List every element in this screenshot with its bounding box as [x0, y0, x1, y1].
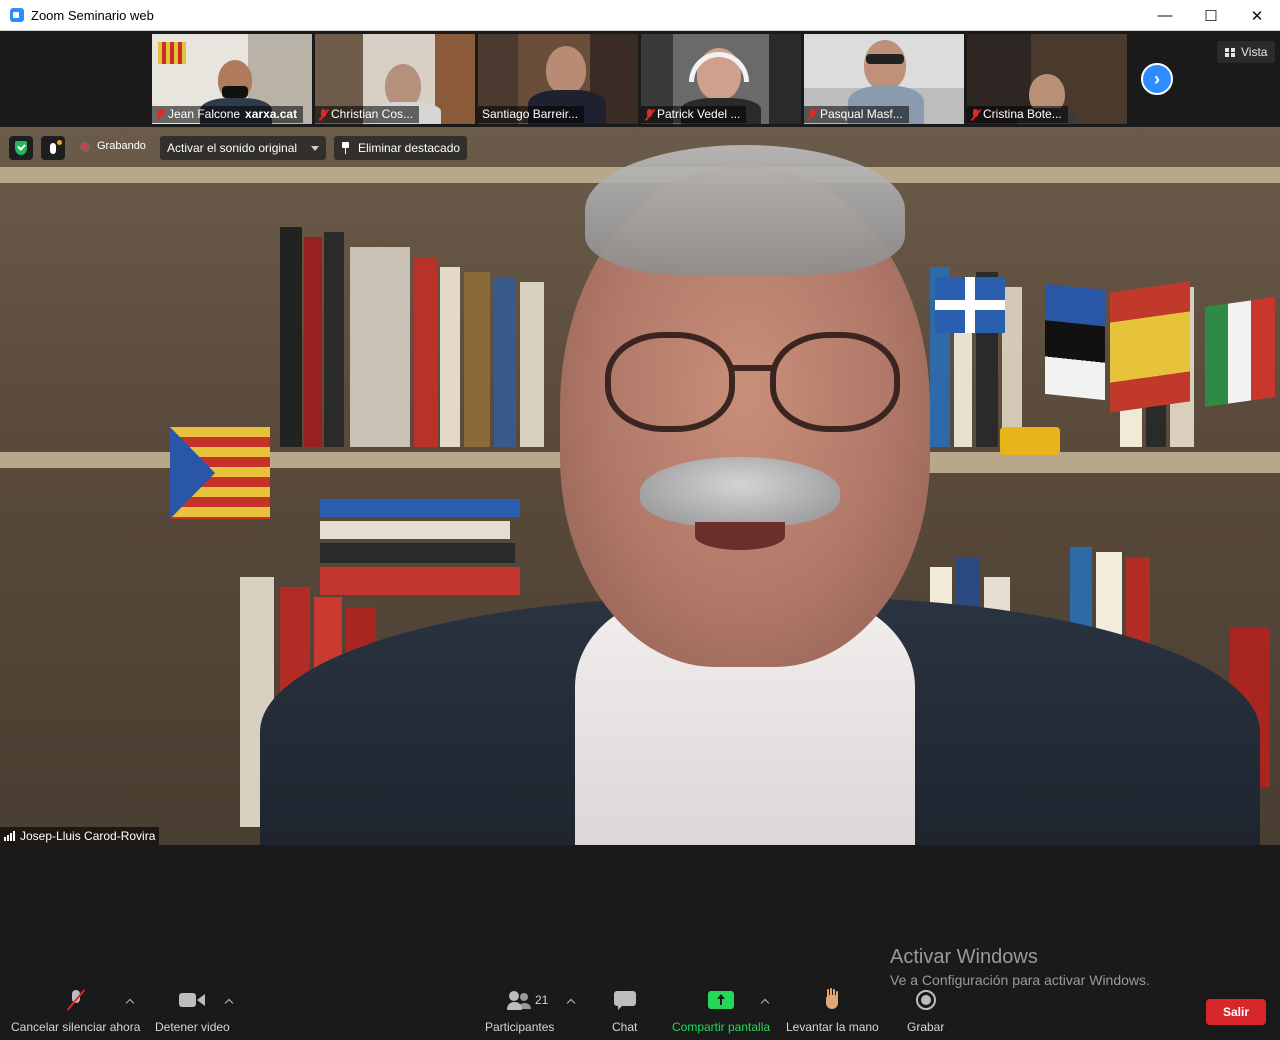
speaker-mustache: [640, 457, 840, 527]
next-page-button[interactable]: ›: [1141, 63, 1173, 95]
record-button[interactable]: Grabar: [907, 985, 944, 1040]
maximize-button[interactable]: ☐: [1188, 0, 1234, 31]
chevron-right-icon: ›: [1154, 68, 1160, 89]
raise-hand-button[interactable]: Levantar la mano: [786, 985, 879, 1040]
participant-strip: Jean Falcone xarxa.cat Christian Cos... …: [0, 31, 1280, 127]
share-screen-button[interactable]: Compartir pantalla: [672, 985, 770, 1040]
speaker-mouth: [695, 522, 785, 550]
recording-icon: [80, 142, 90, 152]
shelf: [900, 457, 1280, 473]
glasses-icon: [770, 332, 900, 432]
share-options-chevron[interactable]: [761, 997, 769, 1005]
toy-bus: [1000, 427, 1060, 455]
audio-options-chevron[interactable]: [126, 997, 134, 1005]
zoom-app-icon: [10, 8, 24, 22]
pin-icon: [341, 142, 350, 154]
chevron-down-icon[interactable]: [311, 145, 320, 151]
title-bar: Zoom Seminario web — ☐ ✕: [0, 0, 1280, 31]
share-screen-icon: [708, 991, 735, 1009]
activate-windows-title: Activar Windows: [890, 946, 1038, 968]
participant-name: Christian Cos...: [315, 106, 420, 123]
mic-off-icon: [971, 108, 980, 121]
glasses-icon: [605, 332, 735, 432]
audio-status-button[interactable]: [41, 136, 65, 160]
quebec-flag: [935, 277, 1005, 333]
signal-strength-icon: [4, 831, 15, 841]
raise-hand-icon: [824, 989, 840, 1011]
mic-off-icon: [65, 989, 87, 1011]
participant-name: Pasqual Masf...: [804, 106, 909, 123]
participant-thumbnail[interactable]: Santiago Barreir...: [478, 34, 638, 124]
minimize-button[interactable]: —: [1142, 0, 1188, 31]
close-button[interactable]: ✕: [1234, 0, 1280, 31]
participant-thumbnail[interactable]: Patrick Vedel ...: [641, 34, 801, 124]
chat-button[interactable]: Chat: [612, 985, 637, 1040]
recording-status: Grabando: [97, 140, 146, 152]
original-sound-button[interactable]: Activar el sonido original: [160, 136, 327, 160]
zoom-window: Zoom Seminario web — ☐ ✕ Jean Falcone xa…: [0, 0, 1280, 1040]
speaker-hair: [585, 145, 905, 275]
video-options-chevron[interactable]: [225, 997, 233, 1005]
security-button[interactable]: [9, 136, 33, 160]
participant-name: Cristina Bote...: [967, 106, 1068, 123]
grid-icon: [1225, 47, 1235, 57]
participant-name: Santiago Barreir...: [478, 106, 585, 123]
participants-count: 21: [535, 993, 549, 1007]
leave-button[interactable]: Salir: [1206, 999, 1266, 1025]
mic-off-icon: [645, 108, 654, 121]
mic-off-icon: [319, 108, 328, 121]
participant-name: Jean Falcone xarxa.cat: [152, 106, 304, 123]
participant-thumbnail[interactable]: Jean Falcone xarxa.cat: [152, 34, 312, 124]
participant-thumbnail[interactable]: Pasqual Masf...: [804, 34, 964, 124]
video-camera-icon: [179, 992, 206, 1008]
participant-thumbnail[interactable]: Christian Cos...: [315, 34, 475, 124]
logo-icon: [158, 42, 186, 64]
participants-icon: [506, 991, 533, 1010]
meeting-toolbar: Cancelar silenciar ahora Detener video P…: [0, 985, 1280, 1040]
catalan-flag-triangle: [170, 427, 215, 519]
estonian-flag: [1045, 283, 1105, 401]
active-speaker-video: Grabando Activar el sonido original Elim…: [0, 127, 1280, 845]
glasses-bridge: [731, 365, 773, 371]
stop-video-button[interactable]: Detener video: [155, 985, 230, 1040]
mic-off-icon: [156, 108, 165, 121]
participant-name: Patrick Vedel ...: [641, 106, 747, 123]
record-icon: [915, 990, 936, 1010]
mic-off-icon: [808, 108, 817, 121]
window-controls: — ☐ ✕: [1142, 0, 1280, 31]
participants-options-chevron[interactable]: [567, 997, 575, 1005]
spanish-flag: [1110, 281, 1190, 413]
mute-button[interactable]: Cancelar silenciar ahora: [11, 985, 140, 1040]
participant-thumbnail[interactable]: Cristina Bote...: [967, 34, 1127, 124]
view-button[interactable]: Vista: [1217, 41, 1276, 63]
italian-flag: [1205, 297, 1275, 407]
chat-icon: [613, 991, 636, 1010]
unpin-button[interactable]: Eliminar destacado: [334, 136, 468, 160]
active-speaker-name: Josep-Lluis Carod-Rovira: [0, 827, 160, 845]
bookshelf: [280, 217, 580, 447]
mic-icon: [50, 139, 62, 154]
window-title: Zoom Seminario web: [31, 7, 154, 23]
shield-icon: [15, 141, 27, 155]
